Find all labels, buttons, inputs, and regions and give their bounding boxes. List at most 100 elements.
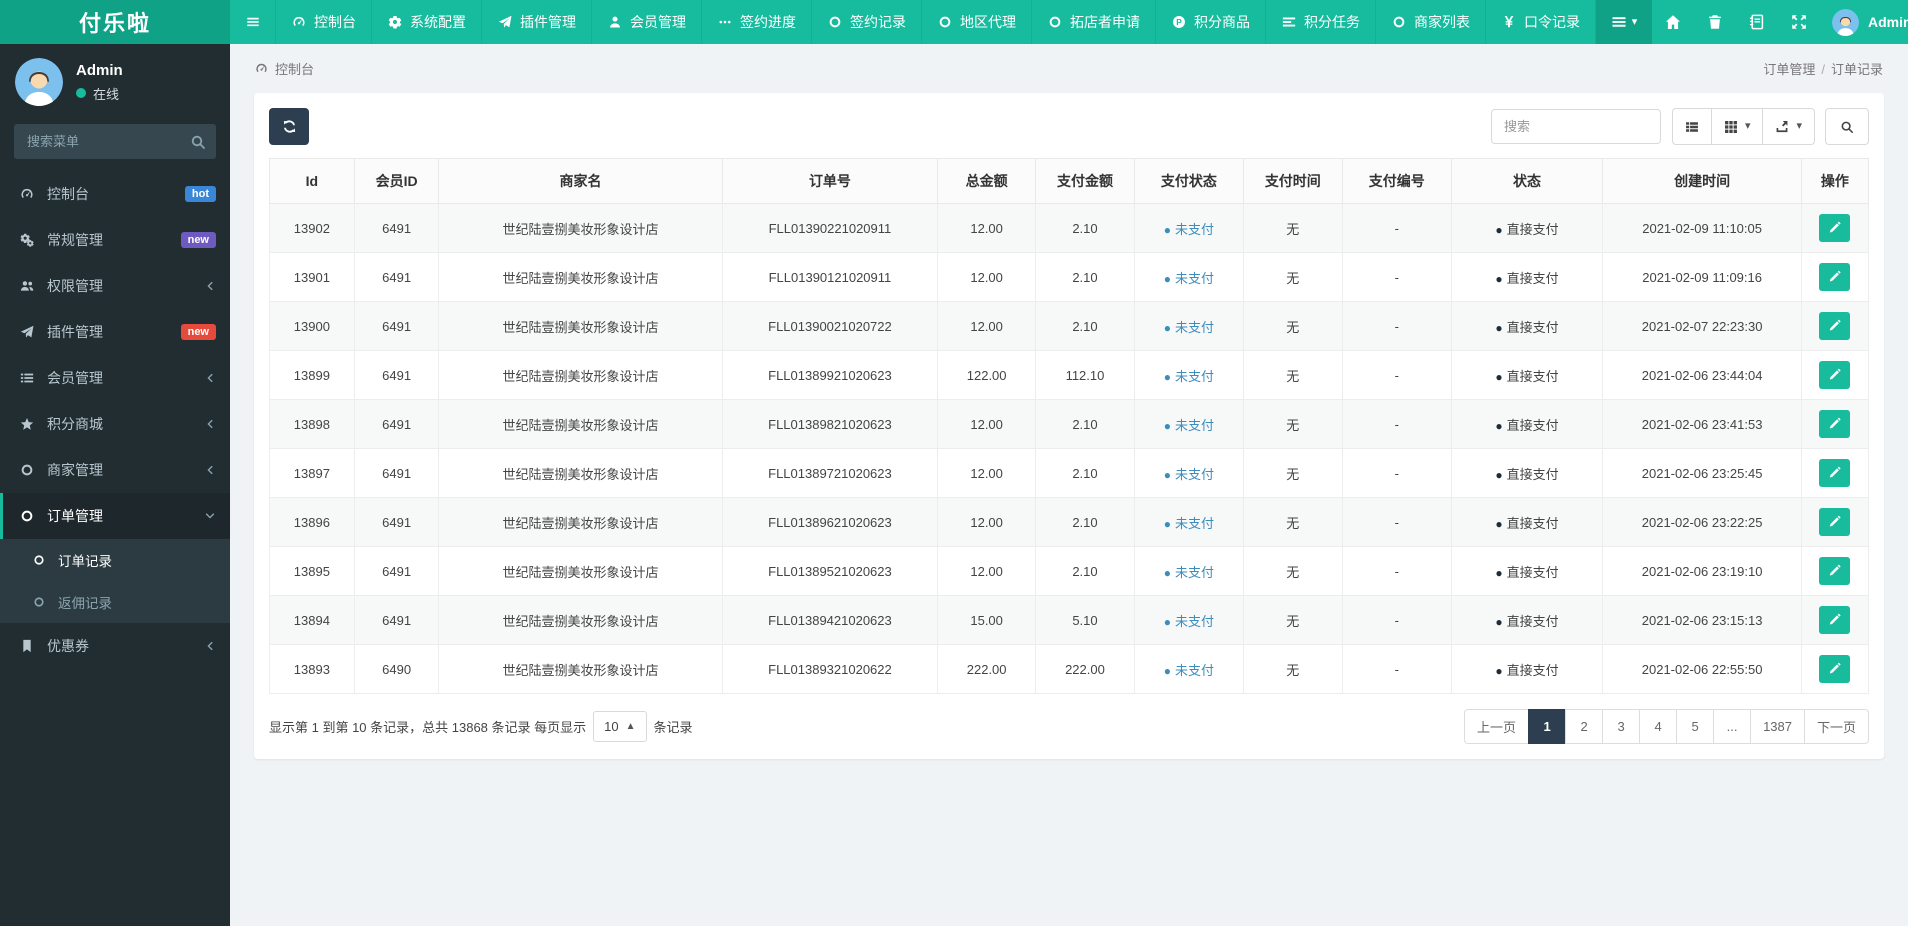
topnav-item-dashboard[interactable]: 控制台 [276,0,372,44]
sidebar-item-coupon[interactable]: 优惠券 [0,623,230,669]
users-icon [18,279,36,293]
pay-status-link[interactable]: ● 未支付 [1164,222,1214,237]
search-icon[interactable] [190,134,206,150]
status-dot-icon: ● [1495,320,1503,335]
expand-icon [1791,14,1807,30]
topnav-item-sidebar-toggle[interactable] [230,0,276,44]
trash-button[interactable] [1694,0,1736,44]
pay-status-link[interactable]: ● 未支付 [1164,614,1214,629]
sidebar-item-permission-manage[interactable]: 权限管理 [0,263,230,309]
cell-actions [1800,448,1870,498]
pay-status-link[interactable]: ● 未支付 [1164,369,1214,384]
topnav-item-region-agent[interactable]: 地区代理 [922,0,1032,44]
home-button[interactable] [1652,0,1694,44]
topnav-item-member-manage[interactable]: 会员管理 [592,0,702,44]
pay-status-link[interactable]: ● 未支付 [1164,467,1214,482]
topnav-item-contract-records[interactable]: 签约记录 [812,0,922,44]
sidebar-item-points-mall[interactable]: 积分商城 [0,401,230,447]
columns-button[interactable]: ▾ [1710,108,1764,145]
topnav-item-points-goods[interactable]: P 积分商品 [1156,0,1266,44]
pay-status-link[interactable]: ● 未支付 [1164,663,1214,678]
cell-member-id: 6491 [353,497,440,547]
page-button[interactable]: 3 [1602,709,1641,744]
breadcrumb[interactable]: 控制台 [255,59,314,78]
caret-up-icon: ▲ [625,720,636,732]
page-button[interactable]: 5 [1676,709,1715,744]
topnav-item-shop-apply[interactable]: 拓店者申请 [1032,0,1156,44]
fullscreen-button[interactable] [1778,0,1820,44]
brand-logo[interactable]: 付乐啦 [0,0,230,44]
cell-pay-status: ● 未支付 [1134,497,1244,547]
cell-id: 13902 [269,203,355,253]
column-header: 操作 [1800,158,1870,204]
topnav-item-merchant-list[interactable]: 商家列表 [1376,0,1486,44]
edit-button[interactable] [1819,655,1851,683]
sidebar-item-order-manage[interactable]: 订单管理 [0,493,230,539]
prev-page-button[interactable]: 上一页 [1464,709,1530,744]
topnav-item-contract-progress[interactable]: 签约进度 [702,0,812,44]
topnav-item-password-records[interactable]: 口令记录 [1486,0,1596,44]
page-button[interactable]: 2 [1565,709,1604,744]
cell-status: ● 直接支付 [1450,448,1604,498]
search-icon [1840,120,1854,134]
sidebar-item-dashboard[interactable]: 控制台 hot [0,171,230,217]
breadcrumb-parent[interactable]: 订单管理 [1763,62,1815,77]
edit-button[interactable] [1819,312,1851,340]
next-page-button[interactable]: 下一页 [1803,709,1869,744]
pay-status-link[interactable]: ● 未支付 [1164,418,1214,433]
search-button[interactable] [1825,108,1869,145]
pay-status-link[interactable]: ● 未支付 [1164,516,1214,531]
cell-merchant: 世纪陆壹捌美妆形象设计店 [438,595,723,645]
notebook-button[interactable] [1736,0,1778,44]
sidebar-subitem-rebate-records[interactable]: 返佣记录 [0,581,230,623]
column-header: Id [269,158,355,204]
edit-button[interactable] [1819,557,1851,585]
sidebar-item-merchant-manage[interactable]: 商家管理 [0,447,230,493]
edit-button[interactable] [1819,508,1851,536]
edit-button[interactable] [1819,606,1851,634]
table-search-input[interactable] [1490,109,1661,144]
pay-status-link[interactable]: ● 未支付 [1164,565,1214,580]
cell-member-id: 6491 [353,595,440,645]
page-ellipsis[interactable]: ... [1713,709,1752,744]
view-buttons-group: ▾ ▾ [1671,108,1815,145]
cell-paid: 2.10 [1034,301,1136,351]
cell-pay-time: 无 [1242,203,1343,253]
page-button[interactable]: 1387 [1750,709,1805,744]
sidebar-search-input[interactable] [14,124,216,159]
topnav-item-plugin-manage[interactable]: 插件管理 [482,0,592,44]
edit-button[interactable] [1819,410,1851,438]
cell-paid: 2.10 [1034,399,1136,449]
pay-status-link[interactable]: ● 未支付 [1164,320,1214,335]
detail-view-button[interactable] [1671,108,1712,145]
sidebar-item-member-manage[interactable]: 会员管理 [0,355,230,401]
page-button[interactable]: 1 [1528,709,1567,744]
admin-user-menu[interactable]: Admin [1820,0,1908,44]
pencil-icon [1828,368,1841,381]
cell-pay-no: - [1341,399,1452,449]
cell-member-id: 6491 [353,350,440,400]
ring-icon [18,463,36,477]
cell-status: ● 直接支付 [1450,497,1604,547]
export-button[interactable]: ▾ [1762,108,1815,145]
edit-button[interactable] [1819,263,1851,291]
pay-status-link[interactable]: ● 未支付 [1164,271,1214,286]
edit-button[interactable] [1819,459,1851,487]
column-header: 支付状态 [1134,158,1244,204]
sidebar-item-plugin-manage[interactable]: 插件管理 new [0,309,230,355]
topnav-item-points-tasks[interactable]: 积分任务 [1266,0,1376,44]
edit-button[interactable] [1819,361,1851,389]
page-size-dropdown[interactable]: 10 ▲ [593,711,647,742]
cell-pay-no: - [1341,497,1452,547]
cell-pay-status: ● 未支付 [1134,350,1244,400]
nav-list-dropdown[interactable]: ▾ [1596,0,1652,44]
sidebar-item-general-manage[interactable]: 常规管理 new [0,217,230,263]
page-button[interactable]: 4 [1639,709,1678,744]
cell-total: 12.00 [937,399,1036,449]
cell-order-no: FLL01389521020623 [721,546,939,596]
topnav-item-label: 会员管理 [630,14,686,30]
sidebar-subitem-order-records[interactable]: 订单记录 [0,539,230,581]
topnav-item-system-config[interactable]: 系统配置 [372,0,482,44]
refresh-button[interactable] [269,108,309,145]
edit-button[interactable] [1819,214,1851,242]
